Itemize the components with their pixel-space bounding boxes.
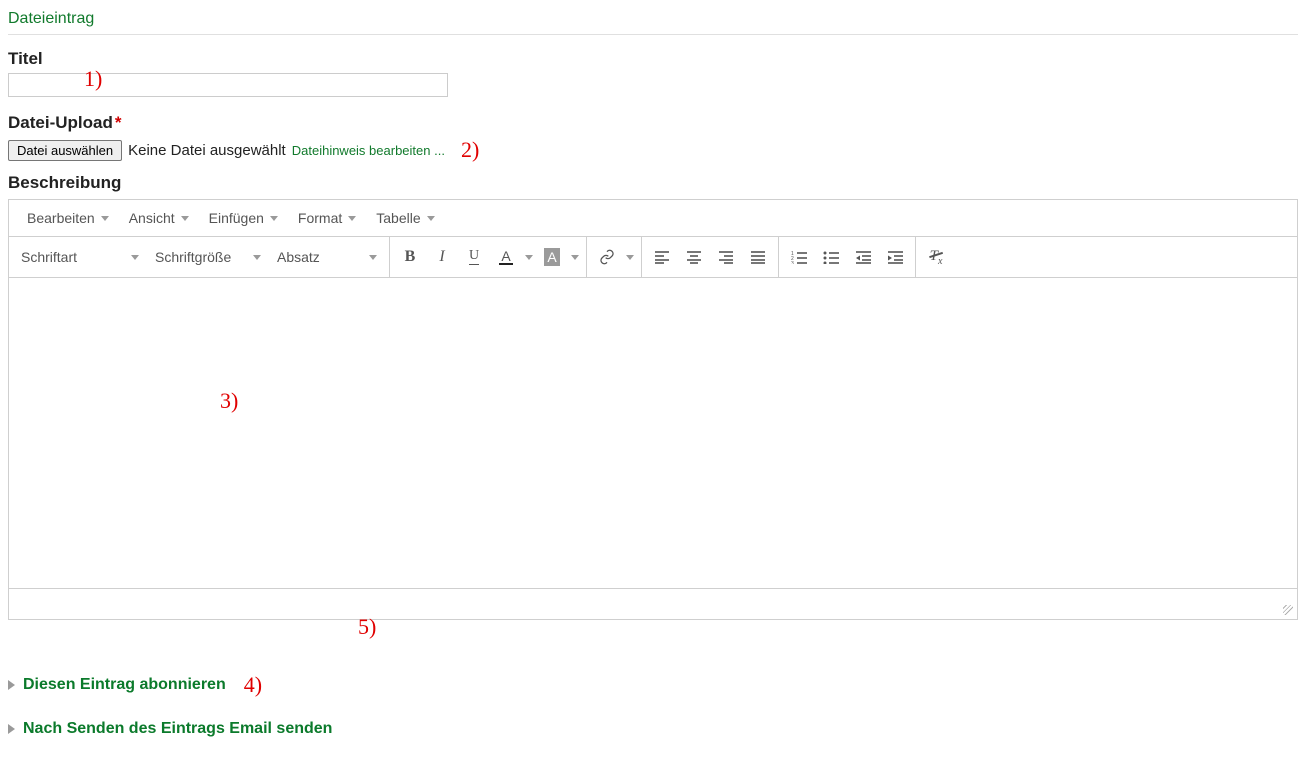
clear-formatting-button[interactable]: Tx	[920, 241, 952, 273]
editor-menubar: Bearbeiten Ansicht Einfügen Format Tabel…	[9, 200, 1297, 236]
editor-statusbar	[9, 588, 1297, 619]
highlight-color-dropdown[interactable]	[568, 255, 582, 260]
font-size-select[interactable]: Schriftgröße	[147, 249, 269, 265]
outdent-icon	[855, 250, 872, 264]
bold-icon: B	[405, 248, 416, 266]
align-right-button[interactable]	[710, 241, 742, 273]
link-icon	[599, 249, 615, 265]
resize-handle[interactable]	[1283, 605, 1293, 615]
indent-icon	[887, 250, 904, 264]
bold-button[interactable]: B	[394, 241, 426, 273]
underline-button[interactable]: U	[458, 241, 490, 273]
email-after-send-expander[interactable]: Nach Senden des Eintrags Email senden	[8, 720, 1298, 738]
italic-icon: I	[439, 248, 444, 266]
subscribe-expander[interactable]: Diesen Eintrag abonnieren 4)	[8, 672, 1298, 698]
highlight-icon: A	[544, 248, 559, 266]
divider	[8, 34, 1298, 35]
collapsed-triangle-icon	[8, 680, 15, 690]
choose-file-button[interactable]: Datei auswählen	[8, 140, 122, 161]
indent-button[interactable]	[879, 241, 911, 273]
block-format-select[interactable]: Absatz	[269, 249, 385, 265]
align-center-icon	[686, 250, 702, 264]
annotation-4: 4)	[244, 672, 262, 698]
upload-label: Datei-Upload*	[8, 113, 1298, 133]
align-right-icon	[718, 250, 734, 264]
italic-button[interactable]: I	[426, 241, 458, 273]
underline-icon: U	[469, 249, 479, 265]
text-color-button[interactable]: A	[490, 241, 522, 273]
menu-table[interactable]: Tabelle	[366, 200, 444, 236]
svg-text:3: 3	[791, 261, 794, 264]
rich-text-editor: Bearbeiten Ansicht Einfügen Format Tabel…	[8, 199, 1298, 620]
editor-toolbar: Schriftart Schriftgröße Absatz B I U A A	[9, 236, 1297, 277]
annotation-2: 2)	[461, 137, 479, 163]
align-justify-button[interactable]	[742, 241, 774, 273]
required-asterisk: *	[115, 113, 122, 132]
no-file-selected-text: Keine Datei ausgewählt	[128, 142, 286, 159]
title-input[interactable]	[8, 73, 448, 97]
align-left-button[interactable]	[646, 241, 678, 273]
align-left-icon	[654, 250, 670, 264]
ordered-list-button[interactable]: 123	[783, 241, 815, 273]
unordered-list-icon	[823, 250, 840, 264]
email-after-send-label: Nach Senden des Eintrags Email senden	[23, 720, 332, 738]
highlight-color-button[interactable]: A	[536, 241, 568, 273]
text-color-icon: A	[499, 249, 512, 265]
section-title: Dateieintrag	[8, 6, 1298, 34]
menu-insert[interactable]: Einfügen	[199, 200, 288, 236]
ordered-list-icon: 123	[791, 250, 808, 264]
collapsed-triangle-icon	[8, 724, 15, 734]
align-justify-icon	[750, 250, 766, 264]
menu-view[interactable]: Ansicht	[119, 200, 199, 236]
unordered-list-button[interactable]	[815, 241, 847, 273]
link-button[interactable]	[591, 241, 623, 273]
outdent-button[interactable]	[847, 241, 879, 273]
menu-edit[interactable]: Bearbeiten	[17, 200, 119, 236]
description-label: Beschreibung	[8, 173, 1298, 193]
subscribe-label: Diesen Eintrag abonnieren	[23, 676, 226, 694]
menu-format[interactable]: Format	[288, 200, 366, 236]
font-family-select[interactable]: Schriftart	[13, 249, 147, 265]
edit-file-hint-link[interactable]: Dateihinweis bearbeiten ...	[292, 143, 445, 158]
title-label: Titel	[8, 49, 1298, 69]
link-dropdown[interactable]	[623, 255, 637, 260]
clear-formatting-icon: Tx	[930, 248, 943, 267]
align-center-button[interactable]	[678, 241, 710, 273]
editor-content-area[interactable]	[9, 277, 1297, 588]
text-color-dropdown[interactable]	[522, 255, 536, 260]
